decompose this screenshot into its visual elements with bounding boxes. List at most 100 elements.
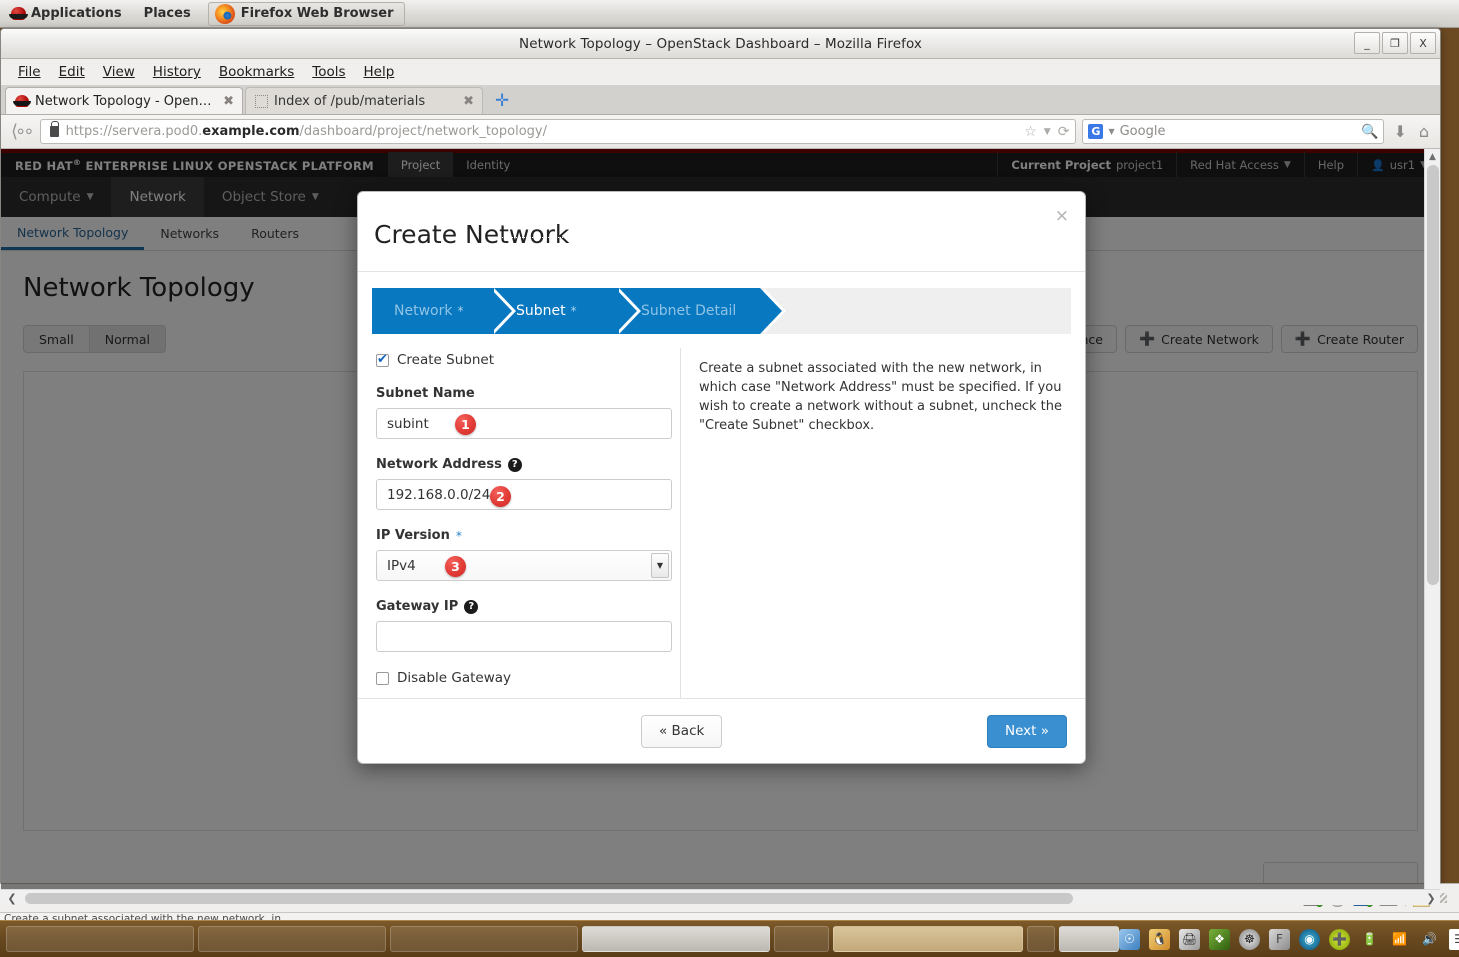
menu-view-label: View [102,64,135,80]
plus-circle-icon[interactable]: ➕ [1329,928,1350,950]
menu-edit[interactable]: Edit [50,61,94,83]
menu-view[interactable]: View [94,61,144,83]
wizard-step-network[interactable]: Network * [372,288,516,334]
ip-version-select[interactable]: IPv4 3 ▼ [376,550,672,581]
modal-title: Create Network [374,220,570,249]
browser-globe-icon[interactable]: ◉ [1299,928,1320,950]
tab-bar: Network Topology - OpenSt... ✖ Index of … [1,85,1440,115]
tab-close-icon[interactable]: ✖ [458,94,474,109]
nav-object-store[interactable]: Object Store ▼ [204,177,337,217]
printer-icon[interactable]: 🖨 [1179,928,1200,950]
subnet-name-value: subint [387,415,429,432]
tab-networks[interactable]: Networks [144,217,235,250]
search-bar[interactable]: G ▼ Google 🔍 [1082,119,1385,144]
volume-icon[interactable]: 🔊 [1419,929,1440,950]
menu-file[interactable]: File [9,61,50,83]
tab-network-topology[interactable]: Network Topology [1,217,145,250]
create-subnet-checkbox[interactable]: ✔ [376,353,389,367]
magnifier-icon[interactable]: 🔍 [1361,124,1378,140]
scroll-right-icon[interactable]: ❯ [1420,892,1440,905]
firefox-taskbar-item[interactable]: Firefox Web Browser [207,1,405,26]
create-router-button[interactable]: ➕ Create Router [1280,325,1418,353]
menu-tools[interactable]: Tools [303,61,354,83]
next-button[interactable]: Next » [986,714,1067,748]
topnav-identity[interactable]: Identity [453,152,523,178]
taskbar-window-item[interactable] [390,926,578,952]
message-icon[interactable]: ☰ [1449,928,1459,950]
new-tab-button[interactable]: ✛ [485,91,519,114]
subnet-name-input[interactable]: subint 1 [376,408,672,439]
horizontal-scroll-thumb[interactable] [25,892,1073,904]
taskbar-window-item[interactable] [1027,926,1055,952]
search-input-placeholder[interactable]: Google [1120,124,1166,139]
menu-help[interactable]: Help [355,61,404,83]
page-horizontal-scrollbar[interactable]: ❮ ❯ [1,889,1440,905]
scroll-left-icon[interactable]: ❮ [1,892,23,905]
vertical-scroll-thumb[interactable] [1427,165,1439,585]
menu-history[interactable]: History [144,61,210,83]
ip-version-label-text: IP Version [376,528,450,543]
places-menu[interactable]: Places [133,0,202,28]
red-hat-access-menu[interactable]: Red Hat Access ▼ [1176,151,1304,179]
close-icon[interactable]: × [1055,206,1069,226]
back-arrow-icon[interactable]: ⟨∘∘ [9,121,35,142]
taskbar-window-item[interactable] [582,926,770,952]
applications-menu[interactable]: Applications [0,0,133,28]
taskbar-window-item[interactable] [198,926,386,952]
wizard-step-network-label: Network [394,303,453,319]
url-bar[interactable]: https://servera.pod0.example.com/dashboa… [39,119,1077,144]
network-address-label: Network Address ? [376,457,666,472]
tab-close-icon[interactable]: ✖ [218,94,234,109]
taskbar-window-item[interactable] [774,926,829,952]
browser-tab-index-materials[interactable]: Index of /pub/materials ✖ [245,87,483,114]
chevron-down-icon: ▼ [86,192,94,202]
firefox-task-label: Firefox Web Browser [240,6,394,21]
qq-penguin-icon[interactable]: 🐧 [1149,928,1170,950]
modal-footer: « Back Next » [358,698,1085,763]
reload-icon[interactable]: ⟳ [1058,124,1070,140]
minimize-button[interactable]: _ [1354,32,1380,54]
f-key-icon[interactable]: F [1269,928,1290,950]
disable-gateway-checkbox[interactable] [376,671,389,685]
home-icon[interactable]: ⌂ [1416,122,1432,141]
help-link[interactable]: Help [1303,151,1357,179]
wifi-icon[interactable]: 📶 [1389,929,1410,950]
network-address-input[interactable]: 192.168.0.0/24 2 [376,479,672,510]
question-mark-icon[interactable]: ? [464,599,479,614]
chevron-down-icon[interactable]: ▼ [1108,127,1114,136]
topnav-project[interactable]: Project [387,152,454,178]
gateway-ip-input[interactable] [376,621,672,652]
chevron-down-icon[interactable]: ▼ [1044,127,1051,137]
bookmark-star-icon[interactable]: ☆ [1024,124,1037,140]
compass-icon[interactable]: ☉ [1119,928,1140,950]
scroll-up-icon[interactable]: ▲ [1425,149,1440,165]
back-button[interactable]: « Back [641,714,723,748]
nav-compute[interactable]: Compute ▼ [1,177,111,217]
close-button[interactable]: X [1410,32,1436,54]
nvidia-icon[interactable]: ❖ [1209,928,1230,950]
size-toggle-small[interactable]: Small [23,325,90,353]
battery-icon[interactable]: 🔋 [1359,929,1380,950]
size-toggle-normal[interactable]: Normal [89,325,166,353]
create-network-button[interactable]: ➕ Create Network [1124,325,1273,353]
tab-routers[interactable]: Routers [235,217,315,250]
chevron-down-icon[interactable]: ▼ [651,553,669,578]
dashboard-topbar: RED HAT® ENTERPRISE LINUX OPENSTACK PLAT… [1,149,1440,179]
menu-bookmarks[interactable]: Bookmarks [210,61,303,83]
question-mark-icon[interactable]: ? [507,457,522,472]
nav-network[interactable]: Network [111,177,204,217]
taskbar-window-item[interactable] [6,926,194,952]
wizard-step-subnet-label: Subnet [516,303,566,319]
taskbar-window-item[interactable] [833,926,1023,952]
disable-gateway-checkbox-row[interactable]: Disable Gateway [376,670,666,686]
page-vertical-scrollbar[interactable]: ▲ ▼ [1424,149,1440,905]
taskbar-window-item[interactable] [1059,926,1119,952]
spiral-icon[interactable]: ☸ [1239,928,1260,950]
downloads-arrow-icon[interactable]: ⬇ [1390,122,1409,141]
gnome-top-panel: Applications Places Firefox Web Browser [0,0,1459,28]
google-engine-icon[interactable]: G [1088,124,1104,139]
lock-icon [49,121,60,137]
maximize-button[interactable]: ❐ [1382,32,1408,54]
browser-tab-network-topology[interactable]: Network Topology - OpenSt... ✖ [5,87,243,114]
create-subnet-checkbox-row[interactable]: ✔ Create Subnet [376,352,666,368]
